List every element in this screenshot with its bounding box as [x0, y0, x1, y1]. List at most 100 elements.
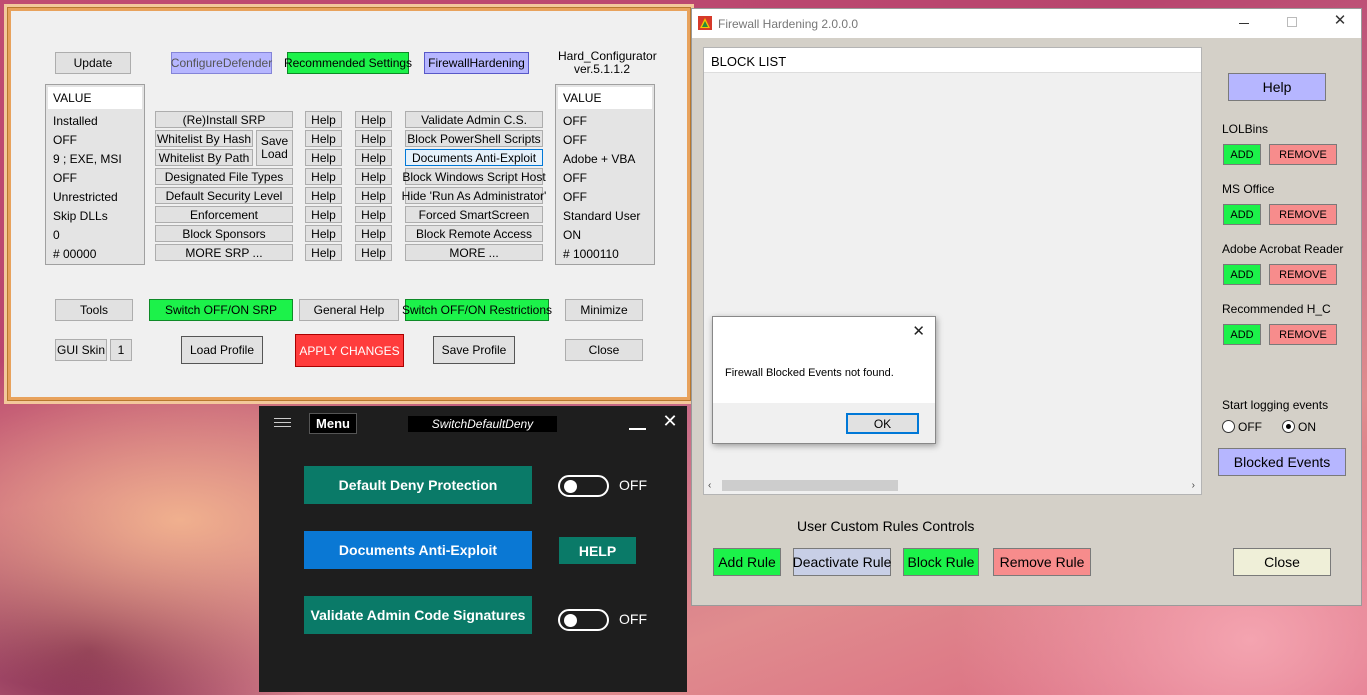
- help-button[interactable]: Help: [305, 111, 342, 128]
- general-help-button[interactable]: General Help: [299, 299, 399, 321]
- scroll-left-icon[interactable]: ‹: [708, 480, 711, 491]
- validate-admin-cs-button[interactable]: Validate Admin C.S.: [405, 111, 543, 128]
- scrollbar-thumb[interactable]: [722, 480, 898, 491]
- enforcement-button[interactable]: Enforcement: [155, 206, 293, 223]
- help-button[interactable]: Help: [355, 130, 392, 147]
- validate-admin-code-signatures-button[interactable]: Validate Admin Code Signatures: [304, 596, 532, 634]
- whitelist-by-path-button[interactable]: Whitelist By Path: [155, 149, 253, 166]
- help-button[interactable]: Help: [305, 244, 342, 261]
- minimize-icon[interactable]: [1239, 23, 1249, 24]
- help-button[interactable]: Help: [305, 168, 342, 185]
- block-rule-button[interactable]: Block Rule: [903, 548, 979, 576]
- recommended-settings-button[interactable]: Recommended Settings: [284, 52, 412, 74]
- dialog-content: ✕ Firewall Blocked Events not found.: [713, 317, 935, 403]
- scroll-right-icon[interactable]: ›: [1192, 480, 1195, 491]
- minimize-button[interactable]: Minimize: [565, 299, 643, 321]
- designated-file-types-button[interactable]: Designated File Types: [155, 168, 293, 185]
- documents-anti-exploit-button[interactable]: Documents Anti-Exploit: [405, 149, 543, 166]
- forced-smartscreen-button[interactable]: Forced SmartScreen: [405, 206, 543, 223]
- load-profile-button[interactable]: Load Profile: [181, 336, 263, 364]
- close-button[interactable]: Close: [565, 339, 643, 361]
- help-button[interactable]: Help: [355, 168, 392, 185]
- configure-defender-button[interactable]: ConfigureDefender: [171, 52, 272, 74]
- restrictions-value-header: VALUE: [558, 87, 652, 109]
- lolbins-remove-button[interactable]: REMOVE: [1269, 144, 1337, 165]
- block-remote-access-button[interactable]: Block Remote Access: [405, 225, 543, 242]
- firewall-hardening-window: Firewall Hardening 2.0.0.0 ✕ BLOCK LIST …: [691, 8, 1362, 606]
- help-button[interactable]: Help: [355, 244, 392, 261]
- lolbins-add-button[interactable]: ADD: [1223, 144, 1261, 165]
- add-rule-button[interactable]: Add Rule: [713, 548, 781, 576]
- maximize-icon[interactable]: [1287, 17, 1297, 27]
- validate-admin-toggle[interactable]: [558, 609, 609, 631]
- close-button[interactable]: Close: [1233, 548, 1331, 576]
- help-button[interactable]: Help: [305, 206, 342, 223]
- help-button[interactable]: Help: [305, 225, 342, 242]
- remove-rule-button[interactable]: Remove Rule: [993, 548, 1091, 576]
- save-profile-button[interactable]: Save Profile: [433, 336, 515, 364]
- dialog-message: Firewall Blocked Events not found.: [725, 367, 894, 379]
- menu-button[interactable]: Menu: [309, 413, 357, 434]
- apply-changes-button[interactable]: APPLY CHANGES: [295, 334, 404, 367]
- help-button[interactable]: Help: [355, 187, 392, 204]
- update-button[interactable]: Update: [55, 52, 131, 74]
- block-list-header: BLOCK LIST: [704, 48, 1201, 73]
- save-load-button[interactable]: Save Load: [256, 130, 293, 166]
- more-restrictions-button[interactable]: MORE ...: [405, 244, 543, 261]
- close-icon[interactable]: ✕: [912, 322, 925, 340]
- ok-button[interactable]: OK: [846, 413, 919, 434]
- app-name: Hard_Configurator: [558, 49, 657, 63]
- user-rules-title: User Custom Rules Controls: [797, 518, 975, 534]
- srp-value-header: VALUE: [48, 87, 142, 109]
- more-srp-button[interactable]: MORE SRP ...: [155, 244, 293, 261]
- app-icon: [698, 16, 712, 30]
- close-icon[interactable]: ✕: [661, 412, 679, 430]
- srp-value: 9 ; EXE, MSI: [53, 152, 122, 166]
- validate-admin-state: OFF: [619, 611, 647, 627]
- adobe-add-button[interactable]: ADD: [1223, 264, 1261, 285]
- restriction-value: OFF: [563, 171, 587, 185]
- restriction-value: # 1000110: [563, 247, 619, 261]
- logging-off-radio[interactable]: [1222, 420, 1235, 433]
- help-button[interactable]: Help: [355, 206, 392, 223]
- hide-run-as-administrator-button[interactable]: Hide 'Run As Administrator': [402, 187, 546, 204]
- help-button[interactable]: Help: [355, 149, 392, 166]
- default-deny-protection-button[interactable]: Default Deny Protection: [304, 466, 532, 504]
- logging-on-radio[interactable]: [1282, 420, 1295, 433]
- srp-value: OFF: [53, 171, 77, 185]
- ms-office-remove-button[interactable]: REMOVE: [1269, 204, 1337, 225]
- switch-srp-button[interactable]: Switch OFF/ON SRP: [149, 299, 293, 321]
- horizontal-scrollbar[interactable]: ‹ ›: [704, 477, 1201, 494]
- close-icon[interactable]: ✕: [1332, 13, 1348, 29]
- group-label-lolbins: LOLBins: [1222, 122, 1269, 136]
- hamburger-icon[interactable]: [274, 417, 291, 429]
- ms-office-add-button[interactable]: ADD: [1223, 204, 1261, 225]
- help-button[interactable]: Help: [1228, 73, 1326, 101]
- help-button[interactable]: Help: [305, 149, 342, 166]
- default-security-level-button[interactable]: Default Security Level: [155, 187, 293, 204]
- help-button[interactable]: Help: [355, 225, 392, 242]
- adobe-remove-button[interactable]: REMOVE: [1269, 264, 1337, 285]
- switch-restrictions-button[interactable]: Switch OFF/ON Restrictions: [402, 299, 552, 321]
- tools-button[interactable]: Tools: [55, 299, 133, 321]
- gui-skin-button[interactable]: GUI Skin: [55, 339, 107, 361]
- help-button[interactable]: Help: [305, 130, 342, 147]
- help-button[interactable]: Help: [305, 187, 342, 204]
- default-deny-toggle[interactable]: [558, 475, 609, 497]
- help-button[interactable]: HELP: [559, 537, 636, 564]
- block-powershell-scripts-button[interactable]: Block PowerShell Scripts: [405, 130, 543, 147]
- whitelist-by-hash-button[interactable]: Whitelist By Hash: [155, 130, 253, 147]
- srp-value: Installed: [53, 114, 98, 128]
- documents-anti-exploit-button[interactable]: Documents Anti-Exploit: [304, 531, 532, 569]
- deactivate-rule-button[interactable]: Deactivate Rule: [793, 548, 891, 576]
- reinstall-srp-button[interactable]: (Re)Install SRP: [155, 111, 293, 128]
- blocked-events-button[interactable]: Blocked Events: [1218, 448, 1346, 476]
- recommended-add-button[interactable]: ADD: [1223, 324, 1261, 345]
- block-windows-script-host-button[interactable]: Block Windows Script Host: [402, 168, 546, 185]
- help-button[interactable]: Help: [355, 111, 392, 128]
- app-version: ver.5.1.1.2: [573, 62, 631, 76]
- firewall-hardening-button[interactable]: FirewallHardening: [424, 52, 529, 74]
- minimize-icon[interactable]: [629, 413, 646, 430]
- block-sponsors-button[interactable]: Block Sponsors: [155, 225, 293, 242]
- recommended-remove-button[interactable]: REMOVE: [1269, 324, 1337, 345]
